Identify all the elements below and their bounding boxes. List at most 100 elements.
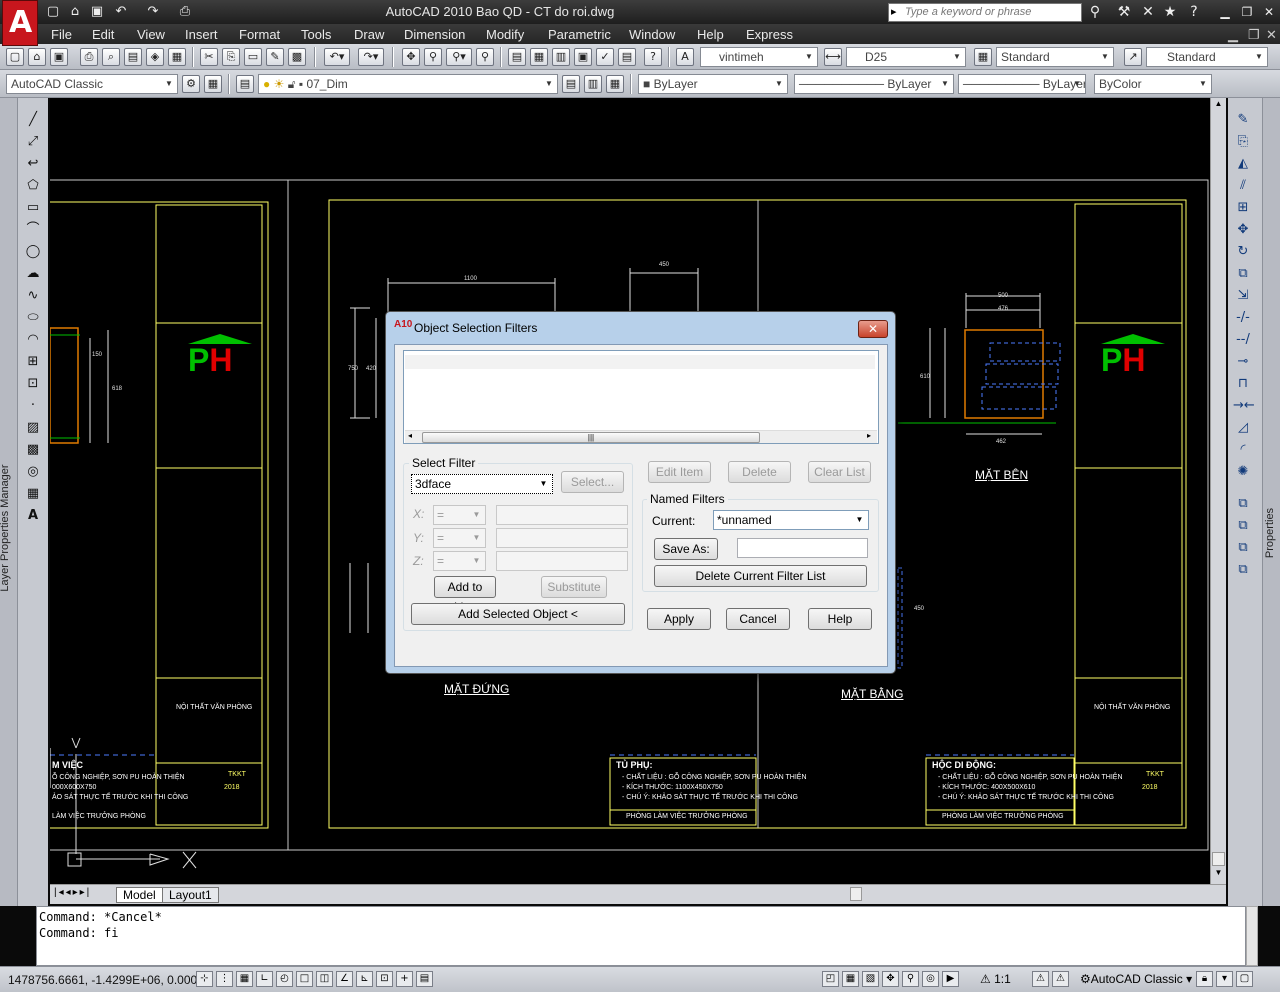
revision-cloud-icon[interactable]: ☁ bbox=[23, 264, 43, 283]
join-icon[interactable]: →← bbox=[1233, 396, 1255, 415]
plotstyle-select[interactable]: ByColor ▼ bbox=[1094, 74, 1212, 94]
paste-icon[interactable]: ▭ bbox=[244, 48, 262, 66]
open-icon[interactable]: ⌂ bbox=[28, 48, 46, 66]
z-operator-select[interactable]: = ▼ bbox=[433, 551, 486, 571]
save-icon[interactable]: ▣ bbox=[50, 48, 68, 66]
command-input-line[interactable]: Command: fi bbox=[39, 926, 1243, 942]
hatch-icon[interactable]: ▨ bbox=[23, 418, 43, 437]
redo-icon[interactable]: ↷▾ bbox=[358, 48, 384, 66]
polygon-icon[interactable]: ⬠ bbox=[23, 176, 43, 195]
ortho-icon[interactable]: ∟ bbox=[256, 971, 273, 987]
infer-constraints-icon[interactable]: ⊹ bbox=[196, 971, 213, 987]
menu-format[interactable]: Format bbox=[239, 27, 280, 42]
y-value-input[interactable] bbox=[496, 528, 628, 548]
point-icon[interactable]: · bbox=[23, 396, 43, 415]
3d-dwf-icon[interactable]: ◈ bbox=[146, 48, 164, 66]
zoom-status-icon[interactable]: ⚲ bbox=[902, 971, 919, 987]
zoom-realtime-icon[interactable]: ⚲ bbox=[424, 48, 442, 66]
showmotion-icon[interactable]: ▶ bbox=[942, 971, 959, 987]
scroll-up-icon[interactable]: ▲ bbox=[1212, 99, 1225, 113]
cancel-button[interactable]: Cancel bbox=[726, 608, 790, 630]
copy-icon[interactable]: ⎘ bbox=[222, 48, 240, 66]
menu-window[interactable]: Window bbox=[629, 27, 675, 42]
filter-list-box[interactable]: ◂ ||| ▸ bbox=[403, 350, 879, 444]
tab-layout1[interactable]: Layout1 bbox=[162, 887, 219, 903]
tab-model[interactable]: Model bbox=[116, 887, 163, 903]
zoom-window-icon[interactable]: ⚲▾ bbox=[446, 48, 472, 66]
workspace-settings-icon[interactable]: ⚙ bbox=[182, 75, 200, 93]
z-value-input[interactable] bbox=[496, 551, 628, 571]
layer-previous-icon[interactable]: ▥ bbox=[584, 75, 602, 93]
close-icon[interactable]: ✕ bbox=[1258, 3, 1280, 21]
save-as-name-input[interactable] bbox=[737, 538, 868, 558]
erase-icon[interactable]: ✎ bbox=[1233, 110, 1253, 129]
layer-select[interactable]: ● ☀ 🔓︎ ▪ 07_Dim ▼ bbox=[258, 74, 558, 94]
quick-properties-icon[interactable]: ▤ bbox=[416, 971, 433, 987]
multileader-style-icon[interactable]: ↗ bbox=[1124, 48, 1142, 66]
scroll-left-icon[interactable]: ◂ bbox=[408, 431, 412, 440]
line-icon[interactable]: ╱ bbox=[23, 110, 43, 129]
snap-mode-icon[interactable]: ⋮ bbox=[216, 971, 233, 987]
lineweight-icon[interactable]: + bbox=[396, 971, 413, 987]
markup-icon[interactable]: ✓ bbox=[596, 48, 614, 66]
exchange-icon[interactable]: ✕ bbox=[1138, 3, 1158, 21]
bring-front-icon[interactable]: ⧉ bbox=[1233, 516, 1253, 535]
mirror-icon[interactable]: ◭ bbox=[1233, 154, 1253, 173]
fillet-icon[interactable]: ◜ bbox=[1233, 440, 1253, 459]
quickcalc-icon[interactable]: ▤ bbox=[618, 48, 636, 66]
save-as-button[interactable]: Save As: bbox=[654, 538, 718, 560]
bring-above-icon[interactable]: ⧉ bbox=[1233, 560, 1253, 579]
edit-item-button[interactable]: Edit Item bbox=[648, 461, 711, 483]
object-snap-tracking-icon[interactable]: ∠ bbox=[336, 971, 353, 987]
stretch-icon[interactable]: ⇲ bbox=[1233, 286, 1253, 305]
zoom-previous-icon[interactable]: ⚲ bbox=[476, 48, 494, 66]
move-icon[interactable]: ✥ bbox=[1233, 220, 1253, 239]
menu-tools[interactable]: Tools bbox=[301, 27, 331, 42]
scale-icon[interactable]: ⧉ bbox=[1233, 264, 1253, 283]
dialog-close-button[interactable]: ✕ bbox=[858, 320, 888, 338]
vertical-scrollbar[interactable]: ▲ ▼ bbox=[1210, 98, 1226, 884]
doc-minimize-icon[interactable]: ▁ bbox=[1228, 27, 1238, 43]
dim-style-icon[interactable]: ⟷ bbox=[824, 48, 842, 66]
undo-icon[interactable]: ↶▾ bbox=[324, 48, 350, 66]
help-icon[interactable]: ? bbox=[644, 48, 662, 66]
qnew-icon[interactable]: ▢ bbox=[6, 48, 24, 66]
annotation-scale[interactable]: ⚠ 1:1 bbox=[980, 972, 1011, 986]
text-style-icon[interactable]: A bbox=[676, 48, 694, 66]
color-select[interactable]: ■ ByLayer ▼ bbox=[638, 74, 788, 94]
ellipse-icon[interactable]: ⬭ bbox=[23, 308, 43, 327]
auto-scale-icon[interactable]: ⚠ bbox=[1052, 971, 1069, 987]
menu-express[interactable]: Express bbox=[746, 27, 793, 42]
layer-manager-icon[interactable]: ▤ bbox=[236, 75, 254, 93]
steering-wheel-icon[interactable]: ◎ bbox=[922, 971, 939, 987]
gradient-icon[interactable]: ▩ bbox=[23, 440, 43, 459]
command-scrollbar[interactable] bbox=[1246, 906, 1258, 966]
offset-icon[interactable]: ⫽ bbox=[1233, 176, 1253, 195]
table-icon[interactable]: ▦ bbox=[23, 484, 43, 503]
tools-icon[interactable]: ⚒ bbox=[1114, 3, 1134, 21]
restore-icon[interactable]: ❐ bbox=[1236, 3, 1258, 21]
dynamic-input-icon[interactable]: ⊡ bbox=[376, 971, 393, 987]
pan-icon[interactable]: ✥ bbox=[402, 48, 420, 66]
array-icon[interactable]: ⊞ bbox=[1233, 198, 1253, 217]
explode-icon[interactable]: ✺ bbox=[1233, 462, 1253, 481]
quick-view-layouts-icon[interactable]: ▦ bbox=[842, 971, 859, 987]
quick-view-drawings-icon[interactable]: ▧ bbox=[862, 971, 879, 987]
polyline-icon[interactable]: ↩ bbox=[23, 154, 43, 173]
rotate-icon[interactable]: ↻ bbox=[1233, 242, 1253, 261]
apply-button[interactable]: Apply bbox=[647, 608, 711, 630]
grid-icon[interactable]: ▦ bbox=[236, 971, 253, 987]
filter-list-hscrollbar[interactable]: ◂ ||| ▸ bbox=[405, 430, 877, 443]
allow-ucs-icon[interactable]: ⊾ bbox=[356, 971, 373, 987]
extend-icon[interactable]: --/ bbox=[1233, 330, 1253, 349]
chamfer-icon[interactable]: ◿ bbox=[1233, 418, 1253, 437]
trim-icon[interactable]: -/- bbox=[1233, 308, 1253, 327]
plot-preview-icon[interactable]: ⌕ bbox=[102, 48, 120, 66]
sheet-set-icon[interactable]: ▣ bbox=[574, 48, 592, 66]
help-button[interactable]: Help bbox=[808, 608, 872, 630]
multileader-style-select[interactable]: Standard ▼ bbox=[1146, 47, 1268, 67]
polar-tracking-icon[interactable]: ◴ bbox=[276, 971, 293, 987]
cut-icon[interactable]: ✂ bbox=[200, 48, 218, 66]
scroll-down-icon[interactable]: ▼ bbox=[1212, 868, 1225, 882]
minimize-icon[interactable]: ▁ bbox=[1214, 3, 1236, 21]
